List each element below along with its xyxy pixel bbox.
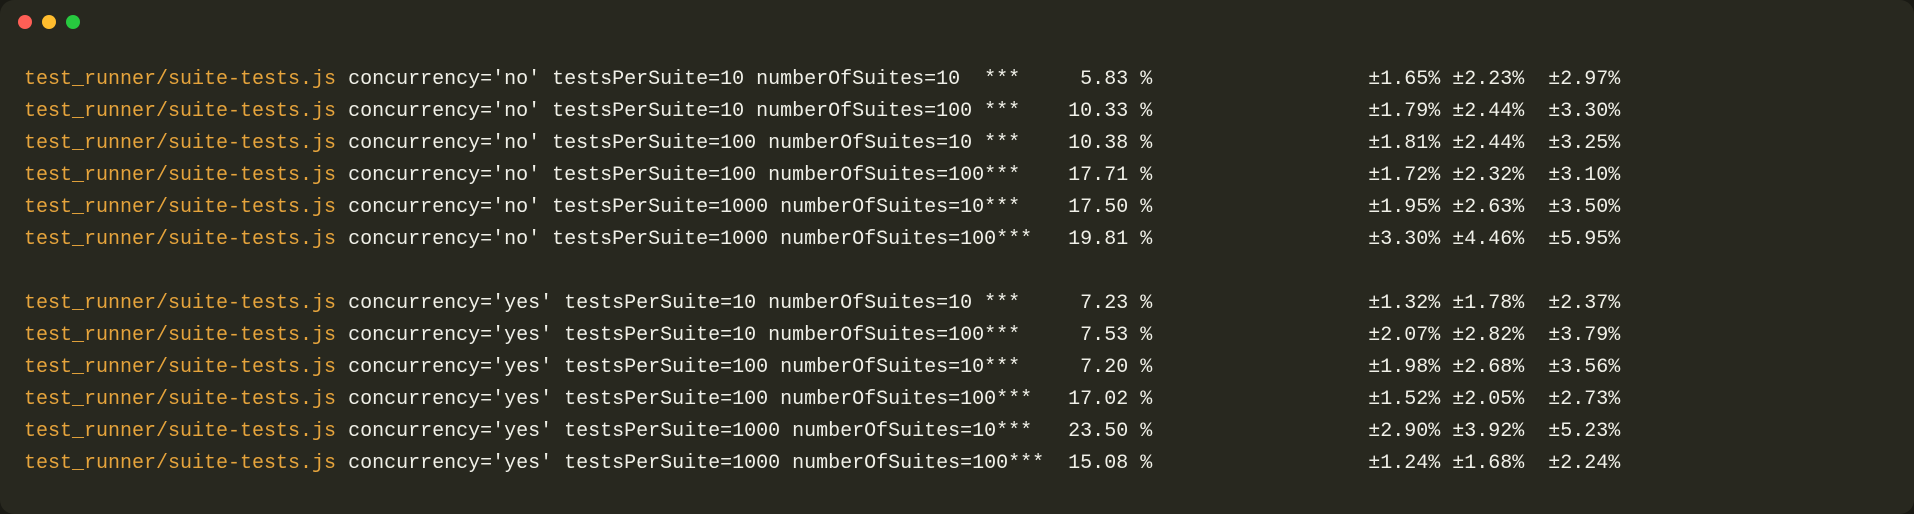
titlebar xyxy=(0,0,1914,44)
benchmark-row: test_runner/suite-tests.js concurrency='… xyxy=(24,96,1890,128)
benchmark-values: concurrency='yes' testsPerSuite=1000 num… xyxy=(336,452,1620,475)
script-path: test_runner/suite-tests.js xyxy=(24,324,336,347)
benchmark-values: concurrency='no' testsPerSuite=10 number… xyxy=(336,100,1620,123)
benchmark-row: test_runner/suite-tests.js concurrency='… xyxy=(24,192,1890,224)
benchmark-values: concurrency='yes' testsPerSuite=10 numbe… xyxy=(336,324,1620,347)
benchmark-row: test_runner/suite-tests.js concurrency='… xyxy=(24,288,1890,320)
benchmark-values: concurrency='no' testsPerSuite=100 numbe… xyxy=(336,164,1620,187)
script-path: test_runner/suite-tests.js xyxy=(24,68,336,91)
minimize-icon[interactable] xyxy=(42,15,56,29)
terminal-window: test_runner/suite-tests.js concurrency='… xyxy=(0,0,1914,514)
benchmark-values: concurrency='no' testsPerSuite=10 number… xyxy=(336,68,1620,91)
script-path: test_runner/suite-tests.js xyxy=(24,356,336,379)
benchmark-values: concurrency='no' testsPerSuite=1000 numb… xyxy=(336,196,1620,219)
benchmark-row: test_runner/suite-tests.js concurrency='… xyxy=(24,64,1890,96)
script-path: test_runner/suite-tests.js xyxy=(24,420,336,443)
script-path: test_runner/suite-tests.js xyxy=(24,228,336,251)
script-path: test_runner/suite-tests.js xyxy=(24,292,336,315)
benchmark-values: concurrency='yes' testsPerSuite=10 numbe… xyxy=(336,292,1620,315)
benchmark-values: concurrency='yes' testsPerSuite=100 numb… xyxy=(336,356,1620,379)
script-path: test_runner/suite-tests.js xyxy=(24,132,336,155)
benchmark-row: test_runner/suite-tests.js concurrency='… xyxy=(24,160,1890,192)
zoom-icon[interactable] xyxy=(66,15,80,29)
benchmark-row: test_runner/suite-tests.js concurrency='… xyxy=(24,416,1890,448)
benchmark-row: test_runner/suite-tests.js concurrency='… xyxy=(24,224,1890,256)
script-path: test_runner/suite-tests.js xyxy=(24,100,336,123)
benchmark-row: test_runner/suite-tests.js concurrency='… xyxy=(24,384,1890,416)
script-path: test_runner/suite-tests.js xyxy=(24,196,336,219)
blank-line xyxy=(24,256,1890,288)
benchmark-values: concurrency='no' testsPerSuite=100 numbe… xyxy=(336,132,1620,155)
benchmark-values: concurrency='yes' testsPerSuite=100 numb… xyxy=(336,388,1620,411)
benchmark-row: test_runner/suite-tests.js concurrency='… xyxy=(24,320,1890,352)
script-path: test_runner/suite-tests.js xyxy=(24,452,336,475)
benchmark-values: concurrency='no' testsPerSuite=1000 numb… xyxy=(336,228,1620,251)
script-path: test_runner/suite-tests.js xyxy=(24,164,336,187)
benchmark-row: test_runner/suite-tests.js concurrency='… xyxy=(24,128,1890,160)
script-path: test_runner/suite-tests.js xyxy=(24,388,336,411)
benchmark-values: concurrency='yes' testsPerSuite=1000 num… xyxy=(336,420,1620,443)
terminal-output: test_runner/suite-tests.js concurrency='… xyxy=(0,44,1914,510)
close-icon[interactable] xyxy=(18,15,32,29)
benchmark-row: test_runner/suite-tests.js concurrency='… xyxy=(24,352,1890,384)
benchmark-row: test_runner/suite-tests.js concurrency='… xyxy=(24,448,1890,480)
